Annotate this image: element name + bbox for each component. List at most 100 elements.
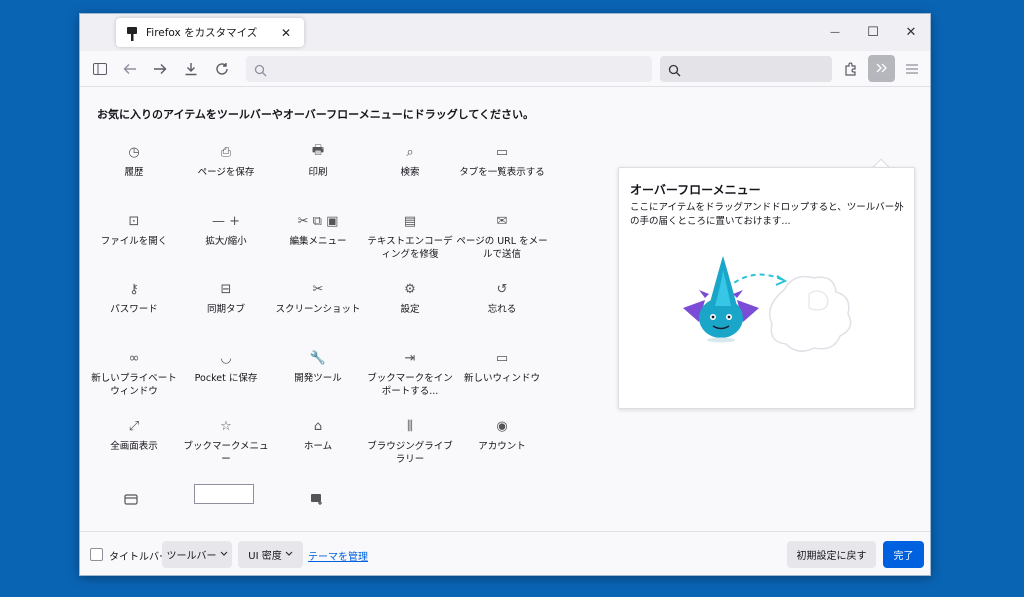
palette-item[interactable]: ↺ 忘れる <box>456 279 548 316</box>
overflow-menu-button[interactable] <box>868 55 895 82</box>
titlebar-label: タイトルバー <box>109 552 169 563</box>
extensions-icon[interactable] <box>839 58 863 80</box>
density-chevron-down-icon <box>285 549 293 560</box>
tab-close-icon[interactable]: ✕ <box>278 26 294 40</box>
palette-item-label: 全画面表示 <box>110 441 158 452</box>
toolbars-button[interactable]: ツールバー <box>162 541 232 568</box>
search-bar-icon <box>668 62 681 81</box>
palette-item-label: アカウント <box>478 441 526 452</box>
forget-icon: ↺ <box>496 281 508 297</box>
toolbars-chevron-down-icon <box>220 549 228 560</box>
palette-item[interactable]: ▤ テキストエンコーディングを修復 <box>364 211 456 261</box>
palette-item[interactable]: ⎙ ページを保存 <box>180 142 272 179</box>
search-bar[interactable] <box>660 56 832 82</box>
palette-item[interactable]: ☆ ブックマークメニュー <box>180 416 272 466</box>
reload-icon[interactable] <box>210 58 234 80</box>
palette-item-label: 新しいプライベートウィンドウ <box>91 373 177 397</box>
palette-item-label: 検索 <box>400 167 420 178</box>
palette-item[interactable]: ⊟ 同期タブ <box>180 279 272 316</box>
text-encoding-icon: ▤ <box>403 213 417 229</box>
minimize-icon: — <box>830 27 840 38</box>
maximize-button[interactable]: ☐ <box>854 14 892 51</box>
hamburger-menu-icon[interactable] <box>900 58 924 80</box>
forward-icon[interactable] <box>148 58 172 80</box>
palette-item-label: 印刷 <box>308 167 328 178</box>
done-button[interactable]: 完了 <box>883 541 924 568</box>
palette-item[interactable]: ⚷ パスワード <box>88 279 180 316</box>
search-icon: ⌕ <box>406 144 414 160</box>
palette-item[interactable]: ▭ 新しいウィンドウ <box>456 348 548 385</box>
palette-item[interactable]: ⊡ ファイルを開く <box>88 211 180 248</box>
dragon-illustration <box>669 250 869 370</box>
overflow-panel-title: オーバーフローメニュー <box>630 183 761 197</box>
palette-item[interactable]: ◡ Pocket に保存 <box>180 348 272 385</box>
palette-item[interactable]: 🔧 開発ツール <box>272 348 364 385</box>
save-page-icon: ⎙ <box>220 144 232 160</box>
palette-item-label: ファイルを開く <box>100 236 168 247</box>
palette-item-label: 編集メニュー <box>289 236 347 247</box>
palette-item-label: 忘れる <box>487 304 517 315</box>
toolbars-button-label: ツールバー <box>166 551 217 562</box>
palette-partial-row <box>80 484 560 528</box>
customize-footer: タイトルバー ツールバー UI 密度 テーマを管理 初期設定に戻す 完了 <box>80 531 930 575</box>
restore-defaults-button[interactable]: 初期設定に戻す <box>787 541 876 568</box>
gear-icon: ⚙ <box>404 281 416 297</box>
edit-menu-icon: ✂ ⧉ ▣ <box>297 213 339 229</box>
palette-item-label: スクリーンショット <box>275 304 361 315</box>
palette-item-label: 設定 <box>400 304 420 315</box>
downloads-icon[interactable] <box>179 58 203 80</box>
palette-item[interactable]: ◷ 履歴 <box>88 142 180 179</box>
tab-strip: Firefox をカスタマイズ ✕ — ☐ ✕ <box>80 14 930 51</box>
sidebar-icon[interactable] <box>88 58 112 80</box>
palette-item[interactable]: ∞ 新しいプライベートウィンドウ <box>88 348 180 398</box>
palette-item-label: 開発ツール <box>294 373 342 384</box>
palette-item[interactable]: ⇥ ブックマークをインポートする... <box>364 348 456 398</box>
overflow-panel-description: ここにアイテムをドラッグアンドドロップすると、ツールバー外の手の届くところに置い… <box>630 202 904 227</box>
clock-icon: ◷ <box>128 144 140 160</box>
palette-item[interactable]: ▭ タブを一覧表示する <box>456 142 548 179</box>
palette-item[interactable]: ⤢ 全画面表示 <box>88 416 180 453</box>
manage-themes-link[interactable]: テーマを管理 <box>308 548 368 563</box>
url-bar[interactable] <box>246 56 652 82</box>
instructions-text: お気に入りのアイテムをツールバーやオーバーフローメニューにドラッグしてください。 <box>97 108 535 121</box>
bookmark-menu-icon: ☆ <box>220 418 232 434</box>
titlebar-checkbox[interactable] <box>90 548 103 561</box>
window-close-button[interactable]: ✕ <box>892 14 930 51</box>
palette-item[interactable]: ◉ アカウント <box>456 416 548 453</box>
partial-item-icon-1 <box>124 490 138 509</box>
palette-item-label: ページの URL をメールで送信 <box>456 236 548 260</box>
palette-item[interactable]: ⌕ 検索 <box>364 142 456 179</box>
palette-item-label: Pocket に保存 <box>194 373 258 384</box>
density-button[interactable]: UI 密度 <box>238 541 303 568</box>
palette-item[interactable]: ✂ ⧉ ▣ 編集メニュー <box>272 211 364 248</box>
palette-item-label: 履歴 <box>124 167 144 178</box>
pocket-icon: ◡ <box>220 350 232 366</box>
window-close-icon: ✕ <box>905 25 917 40</box>
synced-tabs-icon: ⊟ <box>220 281 232 297</box>
flexible-space-placeholder[interactable] <box>194 484 254 504</box>
tab-customize[interactable]: Firefox をカスタマイズ ✕ <box>116 18 304 47</box>
palette-item-label: パスワード <box>110 304 158 315</box>
palette-item-label: ブラウジングライブラリー <box>367 441 453 465</box>
palette-item-label: 拡大/縮小 <box>205 236 247 247</box>
palette-item[interactable]: ⚙ 設定 <box>364 279 456 316</box>
tab-title: Firefox をカスタマイズ <box>146 27 258 39</box>
done-button-label: 完了 <box>893 551 914 562</box>
customize-favicon-icon <box>126 26 138 41</box>
palette-item-label: ページを保存 <box>197 167 255 178</box>
palette-item[interactable]: ✉ ページの URL をメールで送信 <box>456 211 548 261</box>
palette-item-label: テキストエンコーディングを修復 <box>367 236 453 260</box>
palette-item-label: ブックマークメニュー <box>183 441 269 465</box>
back-icon[interactable] <box>118 58 142 80</box>
maximize-icon: ☐ <box>867 25 879 40</box>
density-button-label: UI 密度 <box>248 551 282 562</box>
palette-item-label: 新しいウィンドウ <box>463 373 540 384</box>
restore-defaults-label: 初期設定に戻す <box>796 551 867 562</box>
palette-item[interactable]: — + 拡大/縮小 <box>180 211 272 248</box>
palette-item[interactable]: ⌂ ホーム <box>272 416 364 453</box>
print-icon: 🖶 <box>311 143 325 158</box>
palette-item[interactable]: ⫼ ブラウジングライブラリー <box>364 416 456 466</box>
palette-item[interactable]: 🖶 印刷 <box>272 142 364 179</box>
minimize-button[interactable]: — <box>816 14 854 51</box>
palette-item[interactable]: ✂ スクリーンショット <box>272 279 364 316</box>
